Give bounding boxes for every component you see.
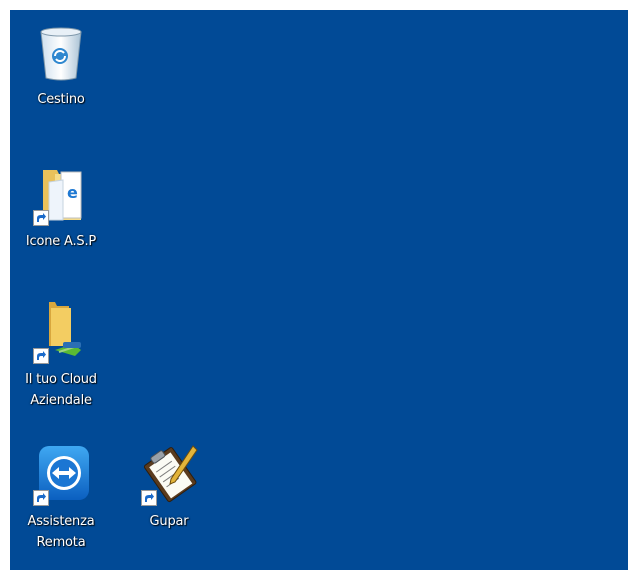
desktop-icon-icone-asp[interactable]: e Icone A.S.P [13,162,109,252]
shortcut-arrow-icon [141,490,157,506]
desktop-icon-label: Il tuo Cloud Aziendale [25,372,97,408]
teamviewer-icon [29,442,93,506]
desktop-icon-label: Gupar [149,514,189,529]
desktop-icon-assistenza-remota[interactable]: Assistenza Remota [13,442,109,553]
network-folder-icon [29,300,93,364]
shortcut-arrow-icon [33,348,49,364]
svg-text:e: e [67,183,78,202]
desktop-icon-label: Cestino [37,92,85,107]
folder-document-icon: e [29,162,93,226]
desktop-icon-label: Assistenza Remota [27,514,95,550]
recycle-bin-icon [29,20,93,84]
desktop-icon-cloud-aziendale[interactable]: Il tuo Cloud Aziendale [13,300,109,411]
clipboard-pencil-icon [137,442,201,506]
desktop-icon-gupar[interactable]: Gupar [121,442,217,532]
desktop-icon-label: Icone A.S.P [25,234,97,249]
shortcut-arrow-icon [33,490,49,506]
shortcut-arrow-icon [33,210,49,226]
desktop[interactable]: Cestino e Icone A.S.P Il tuo Cloud Azien… [10,10,628,570]
desktop-icon-recycle-bin[interactable]: Cestino [13,20,109,110]
